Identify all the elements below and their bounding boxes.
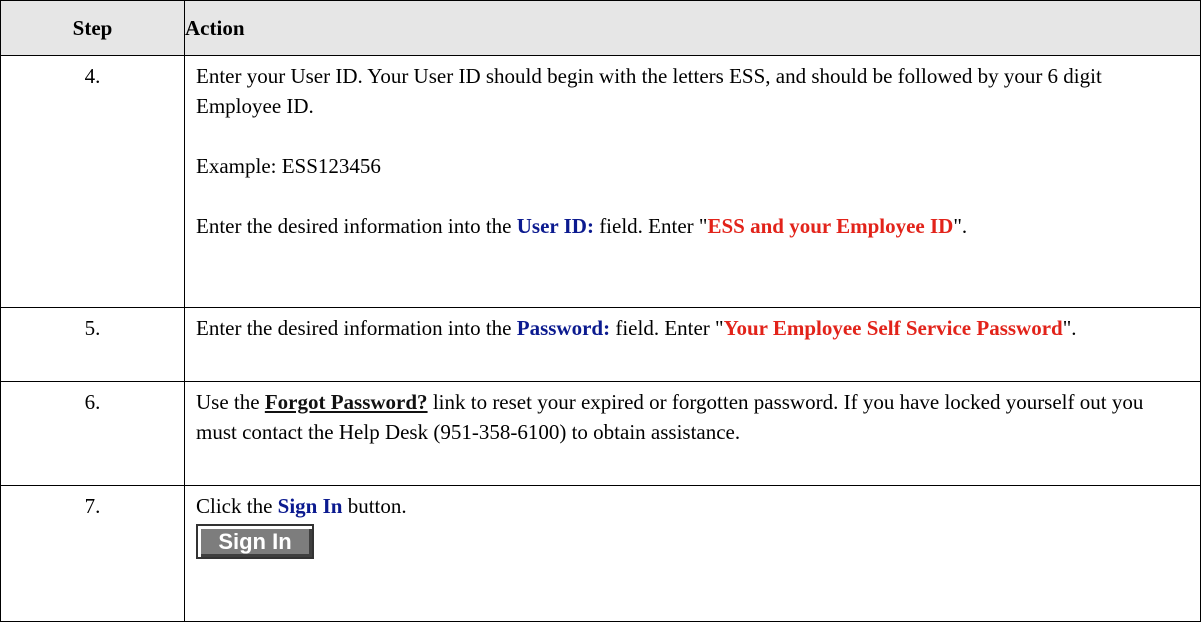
forgot-password-link[interactable]: Forgot Password?: [265, 390, 428, 414]
instruction-paragraph: Enter the desired information into the P…: [196, 313, 1188, 343]
sign-in-button[interactable]: Sign In: [196, 524, 314, 559]
instruction-text: Enter your User ID. Your User ID should …: [196, 64, 1102, 118]
entry-value: ESS and your Employee ID: [707, 214, 954, 238]
action-cell: Use the Forgot Password? link to reset y…: [184, 381, 1201, 486]
instruction-suffix: button.: [342, 494, 407, 518]
step-column-header: Step: [0, 0, 185, 56]
table-row: 5. Enter the desired information into th…: [0, 307, 1201, 382]
instruction-paragraph: Click the Sign In button.: [196, 491, 1188, 521]
instruction-prefix: Enter the desired information into the: [196, 316, 517, 340]
instruction-middle: field. Enter ": [610, 316, 724, 340]
example-text: Example: ESS123456: [196, 154, 381, 178]
step-number: 6.: [0, 381, 185, 486]
instruction-middle: field. Enter ": [593, 214, 708, 238]
instruction-end: ".: [1062, 316, 1077, 340]
table-row: 6. Use the Forgot Password? link to rese…: [0, 381, 1201, 486]
field-name: Password:: [516, 316, 611, 340]
action-cell: Enter your User ID. Your User ID should …: [184, 55, 1201, 308]
instruction-prefix: Enter the desired information into the: [196, 214, 517, 238]
action-column-header: Action: [184, 0, 1201, 56]
instruction-paragraph: Enter the desired information into the U…: [196, 211, 1188, 241]
table-row: 4. Enter your User ID. Your User ID shou…: [0, 55, 1201, 308]
instruction-end: ".: [953, 214, 968, 238]
instruction-table: Step Action 4. Enter your User ID. Your …: [0, 0, 1201, 622]
action-cell: Click the Sign In button. Sign In: [184, 485, 1201, 622]
instruction-prefix: Click the: [196, 494, 278, 518]
button-reference: Sign In: [277, 494, 343, 518]
instruction-paragraph: Use the Forgot Password? link to reset y…: [196, 387, 1188, 447]
action-cell: Enter the desired information into the P…: [184, 307, 1201, 382]
step-number: 4.: [0, 55, 185, 308]
field-name: User ID:: [516, 214, 594, 238]
instruction-prefix: Use the: [196, 390, 265, 414]
header-row: Step Action: [0, 0, 1201, 56]
step-number: 5.: [0, 307, 185, 382]
table-row: 7. Click the Sign In button. Sign In: [0, 485, 1201, 622]
entry-value: Your Employee Self Service Password: [723, 316, 1063, 340]
step-number: 7.: [0, 485, 185, 622]
